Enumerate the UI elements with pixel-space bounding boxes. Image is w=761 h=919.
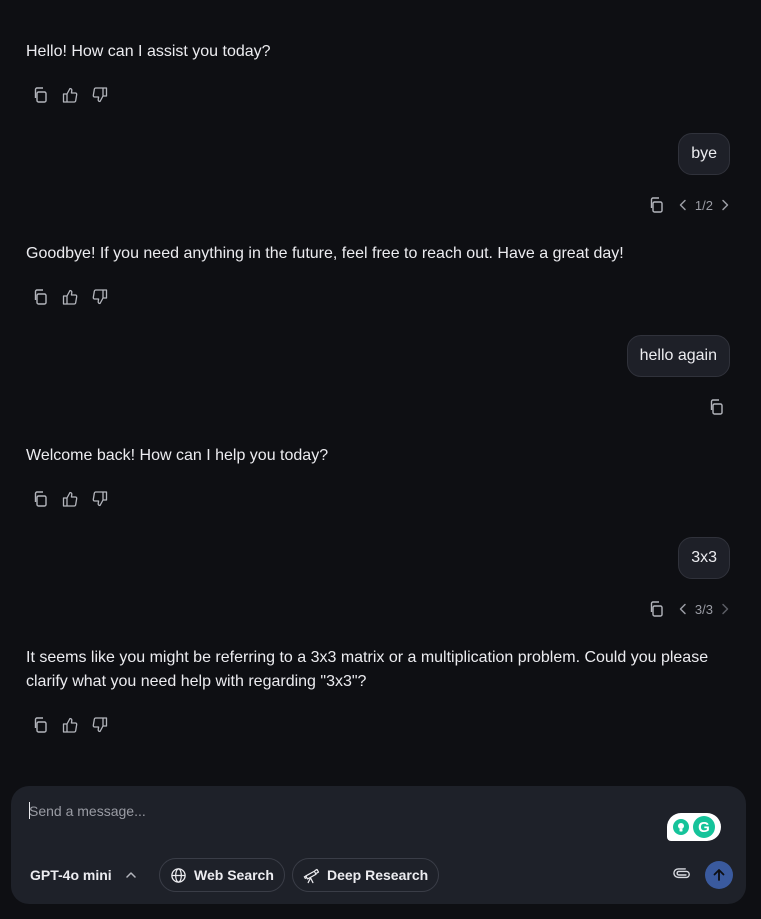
model-selector[interactable]: GPT-4o mini <box>30 858 138 892</box>
deep-research-label: Deep Research <box>327 867 429 883</box>
thumbs-down-icon[interactable] <box>85 713 115 737</box>
chevron-left-icon[interactable] <box>671 597 695 621</box>
thumbs-down-icon[interactable] <box>85 487 115 511</box>
copy-icon[interactable] <box>641 597 671 621</box>
thumbs-up-icon[interactable] <box>55 83 85 107</box>
chevron-left-icon[interactable] <box>671 193 695 217</box>
thumbs-down-icon[interactable] <box>85 83 115 107</box>
copy-icon[interactable] <box>25 285 55 309</box>
thumbs-up-icon[interactable] <box>55 487 85 511</box>
globe-icon <box>171 867 186 883</box>
copy-icon[interactable] <box>25 713 55 737</box>
copy-icon[interactable] <box>641 193 671 217</box>
chevron-right-icon[interactable] <box>713 193 737 217</box>
thumbs-down-icon[interactable] <box>85 285 115 309</box>
message-composer: G GPT-4o mini Web Search Deep Research <box>11 786 746 904</box>
message-actions <box>25 713 115 737</box>
copy-icon[interactable] <box>25 487 55 511</box>
user-message-bubble: hello again <box>626 335 730 377</box>
grammarly-icon[interactable]: G <box>667 813 721 841</box>
arrow-up-icon <box>713 869 725 881</box>
message-actions <box>701 395 731 419</box>
chevron-up-icon <box>125 872 136 878</box>
thumbs-up-icon[interactable] <box>55 713 85 737</box>
assistant-message: Hello! How can I assist you today? <box>26 43 271 60</box>
message-input[interactable] <box>29 800 649 822</box>
message-pager: 3/3 <box>671 597 737 621</box>
send-button[interactable] <box>705 861 733 889</box>
message-actions <box>25 285 115 309</box>
text-caret <box>29 802 30 819</box>
chat-view: Hello! How can I assist you today? bye 1… <box>0 0 761 919</box>
assistant-message: Goodbye! If you need anything in the fut… <box>26 245 624 262</box>
assistant-message: Welcome back! How can I help you today? <box>26 447 329 464</box>
lightbulb-icon <box>673 819 689 835</box>
message-actions: 1/2 <box>641 193 737 217</box>
model-name: GPT-4o mini <box>30 867 112 883</box>
assistant-message: It seems like you might be referring to … <box>26 649 709 690</box>
message-actions <box>25 83 115 107</box>
web-search-label: Web Search <box>194 867 274 883</box>
user-message-bubble: 3x3 <box>678 537 730 579</box>
pager-label: 3/3 <box>694 601 713 617</box>
pager-label: 1/2 <box>694 197 713 213</box>
user-message-bubble: bye <box>678 133 730 175</box>
chevron-right-icon[interactable] <box>713 597 737 621</box>
grammarly-logo-icon: G <box>693 816 715 838</box>
telescope-icon <box>303 868 320 883</box>
message-actions: 3/3 <box>641 597 737 621</box>
message-pager: 1/2 <box>671 193 737 217</box>
copy-icon[interactable] <box>25 83 55 107</box>
message-actions <box>25 487 115 511</box>
paperclip-icon[interactable] <box>669 863 693 887</box>
web-search-button[interactable]: Web Search <box>159 858 285 892</box>
thumbs-up-icon[interactable] <box>55 285 85 309</box>
deep-research-button[interactable]: Deep Research <box>292 858 440 892</box>
copy-icon[interactable] <box>701 395 731 419</box>
